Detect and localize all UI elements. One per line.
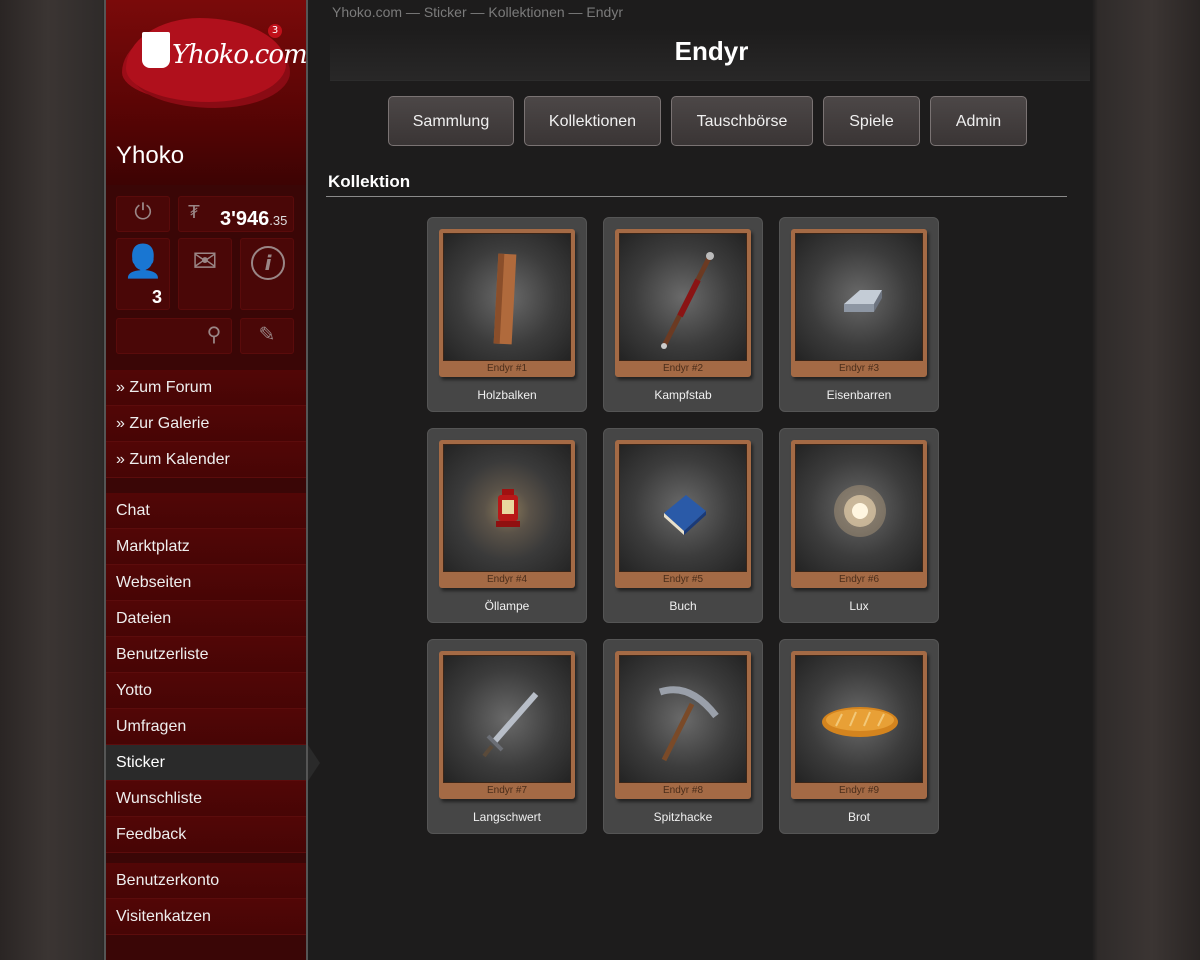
currency-icon: ₮	[188, 202, 200, 223]
main-nav: Chat Marktplatz Webseiten Dateien Benutz…	[106, 493, 320, 853]
card-name: Eisenbarren	[826, 388, 892, 402]
card-frame: Endyr #6	[791, 440, 927, 588]
account-nav: Benutzerkonto Visitenkatzen	[106, 863, 306, 935]
card-name: Öllampe	[484, 599, 530, 613]
quick-links: » Zum Forum » Zur Galerie » Zum Kalender	[106, 370, 306, 478]
nav-item-dateien[interactable]: Dateien	[106, 601, 306, 637]
battle-staff-icon	[619, 233, 747, 361]
nav-item-sticker[interactable]: Sticker	[106, 745, 320, 781]
iron-bar-icon	[795, 233, 923, 361]
card-frame: Endyr #9	[791, 651, 927, 799]
sticker-card[interactable]: Endyr #3 Eisenbarren	[779, 217, 939, 412]
card-name: Buch	[669, 599, 697, 613]
messages-button[interactable]: ✉	[178, 238, 232, 310]
sticker-card[interactable]: Endyr #4 Öllampe	[427, 428, 587, 623]
card-number: Endyr #9	[838, 785, 880, 796]
card-frame: Endyr #1	[439, 229, 575, 377]
book-icon	[619, 444, 747, 572]
card-number: Endyr #1	[486, 363, 528, 374]
wooden-beam-icon	[443, 233, 571, 361]
quick-link-forum[interactable]: » Zum Forum	[106, 370, 306, 406]
sticker-card[interactable]: Endyr #2 Kampfstab	[603, 217, 763, 412]
card-frame: Endyr #7	[439, 651, 575, 799]
main-content: Yhoko.com — Sticker — Kollektionen — End…	[310, 0, 1090, 960]
username[interactable]: Yhoko	[116, 142, 184, 170]
logo-text: Yhoko.com	[172, 40, 308, 70]
section-divider	[326, 196, 1067, 197]
card-frame: Endyr #8	[615, 651, 751, 799]
card-number: Endyr #6	[838, 574, 880, 585]
tab-spiele[interactable]: Spiele	[823, 96, 920, 146]
card-frame: Endyr #2	[615, 229, 751, 377]
nav-item-umfragen[interactable]: Umfragen	[106, 709, 306, 745]
nav-item-feedback[interactable]: Feedback	[106, 817, 306, 853]
nav-item-chat[interactable]: Chat	[106, 493, 306, 529]
logo-mug-icon	[142, 32, 170, 68]
tab-admin[interactable]: Admin	[930, 96, 1027, 146]
nav-item-marktplatz[interactable]: Marktplatz	[106, 529, 306, 565]
sticker-card[interactable]: Endyr #5 Buch	[603, 428, 763, 623]
logout-button[interactable]: ⏻	[116, 196, 170, 232]
nav-item-benutzerkonto[interactable]: Benutzerkonto	[106, 863, 306, 899]
card-name: Kampfstab	[654, 388, 712, 402]
long-sword-icon	[443, 655, 571, 783]
info-button[interactable]: i	[240, 238, 294, 310]
credits-value: 3'946.35	[220, 208, 288, 230]
sticker-card[interactable]: Endyr #7 Langschwert	[427, 639, 587, 834]
card-number: Endyr #2	[662, 363, 704, 374]
bread-icon	[795, 655, 923, 783]
card-number: Endyr #5	[662, 574, 704, 585]
search-input[interactable]: ⚲	[116, 318, 232, 354]
notification-badge[interactable]: 3	[268, 24, 282, 38]
pickaxe-icon	[619, 655, 747, 783]
nav-item-benutzerliste[interactable]: Benutzerliste	[106, 637, 306, 673]
oil-lamp-icon	[443, 444, 571, 572]
sticker-card[interactable]: Endyr #9 Brot	[779, 639, 939, 834]
card-frame: Endyr #3	[791, 229, 927, 377]
nav-item-yotto[interactable]: Yotto	[106, 673, 306, 709]
tab-kollektionen[interactable]: Kollektionen	[524, 96, 661, 146]
notes-button[interactable]: ✎	[240, 318, 294, 354]
nav-item-visitenkatzen[interactable]: Visitenkatzen	[106, 899, 306, 935]
friends-count: 3	[152, 287, 163, 307]
light-spark-icon	[795, 444, 923, 572]
card-name: Spitzhacke	[653, 810, 713, 824]
quick-link-gallery[interactable]: » Zur Galerie	[106, 406, 306, 442]
sidebar: Yhoko.com 3 Yhoko ⏻ ₮ 3'946.35 👤 3 ✉ i ⚲…	[104, 0, 320, 960]
card-number: Endyr #7	[486, 785, 528, 796]
tab-tauschboerse[interactable]: Tauschbörse	[671, 96, 813, 146]
sticker-card[interactable]: Endyr #8 Spitzhacke	[603, 639, 763, 834]
card-number: Endyr #3	[838, 363, 880, 374]
card-number: Endyr #8	[662, 785, 704, 796]
card-name: Brot	[847, 810, 870, 824]
search-icon[interactable]: ⚲	[202, 322, 226, 346]
info-icon: i	[251, 246, 285, 280]
envelope-icon: ✉	[192, 244, 218, 279]
page-title: Endyr	[674, 36, 749, 66]
card-name: Lux	[849, 599, 869, 613]
quick-link-calendar[interactable]: » Zum Kalender	[106, 442, 306, 478]
nav-item-webseiten[interactable]: Webseiten	[106, 565, 306, 601]
card-number: Endyr #4	[486, 574, 528, 585]
tab-sammlung[interactable]: Sammlung	[388, 96, 514, 146]
notepad-icon: ✎	[258, 322, 276, 346]
power-icon: ⏻	[134, 200, 152, 225]
sticker-card[interactable]: Endyr #1 Holzbalken	[427, 217, 587, 412]
card-name: Langschwert	[472, 810, 542, 824]
nav-item-wunschliste[interactable]: Wunschliste	[106, 781, 306, 817]
user-icon: 👤	[123, 242, 163, 280]
card-frame: Endyr #4	[439, 440, 575, 588]
section-heading: Kollektion	[328, 172, 411, 191]
breadcrumb[interactable]: Yhoko.com — Sticker — Kollektionen — End…	[332, 4, 623, 20]
card-frame: Endyr #5	[615, 440, 751, 588]
sticker-card[interactable]: Endyr #6 Lux	[779, 428, 939, 623]
card-name: Holzbalken	[477, 388, 537, 402]
